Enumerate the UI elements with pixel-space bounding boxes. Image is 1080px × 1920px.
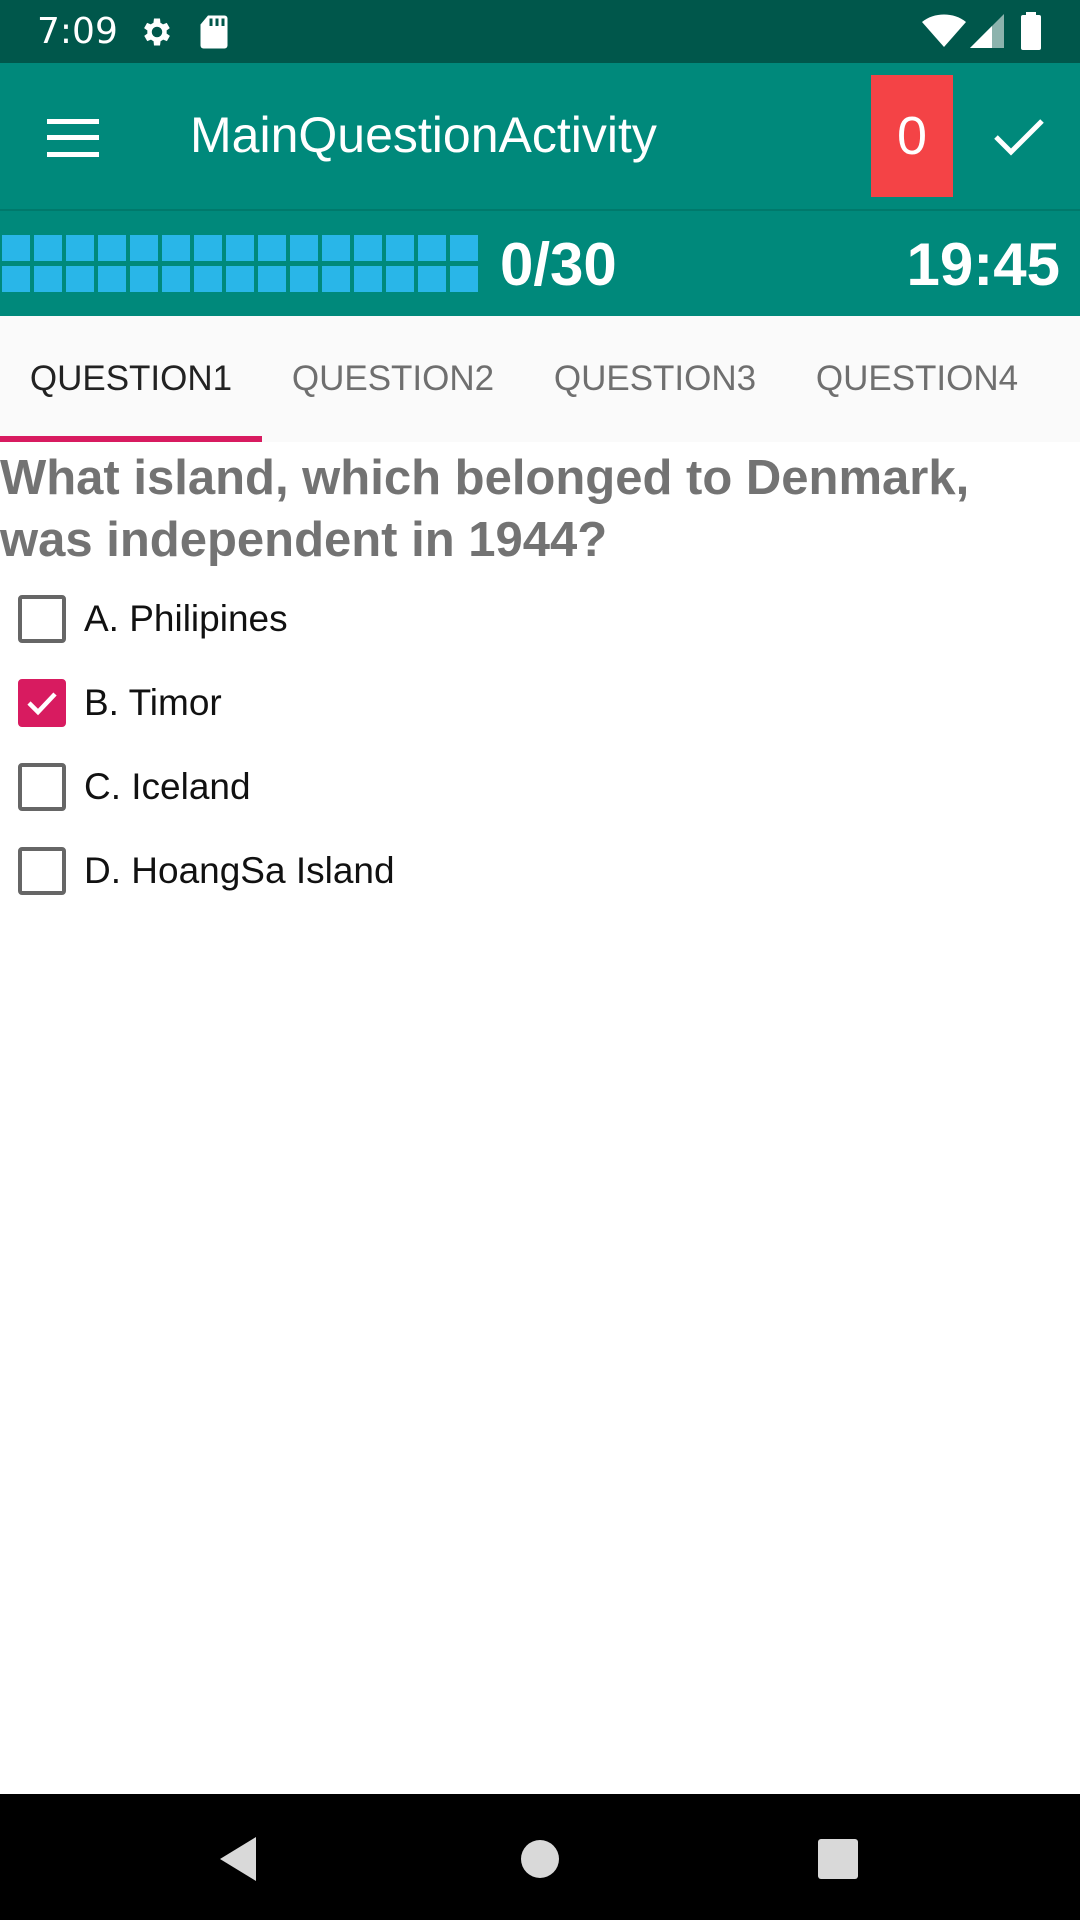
progress-cell — [386, 266, 414, 292]
progress-row: 0/30 19:45 — [0, 209, 1080, 316]
signal-icon — [970, 14, 1004, 48]
progress-grid — [2, 235, 478, 293]
option-d[interactable]: D. HoangSa Island — [0, 827, 1080, 911]
back-icon — [220, 1837, 256, 1881]
tab-question2[interactable]: QUESTION2 — [262, 316, 524, 442]
option-label: D. HoangSa Island — [84, 850, 395, 891]
question-tab-bar: QUESTION1 QUESTION2 QUESTION3 QUESTION4 — [0, 316, 1080, 442]
checkbox[interactable] — [18, 847, 66, 895]
tab-question4[interactable]: QUESTION4 — [786, 316, 1048, 442]
option-label: B. Timor — [84, 682, 222, 723]
option-label: A. Philipines — [84, 598, 288, 639]
battery-icon — [1021, 12, 1041, 50]
page-title: MainQuestionActivity — [190, 107, 657, 163]
check-icon — [27, 692, 57, 716]
recents-icon — [818, 1839, 858, 1879]
option-a[interactable]: A. Philipines — [0, 575, 1080, 659]
back-button[interactable] — [203, 1824, 273, 1894]
sd-card-icon — [200, 15, 228, 49]
progress-cell — [450, 235, 478, 261]
progress-cell — [130, 235, 158, 261]
progress-cell — [258, 235, 286, 261]
progress-cell — [226, 266, 254, 292]
progress-cell — [290, 266, 318, 292]
progress-cell — [418, 235, 446, 261]
tab-question1[interactable]: QUESTION1 — [0, 316, 262, 442]
countdown-timer: 19:45 — [906, 231, 1060, 298]
menu-button[interactable] — [30, 95, 116, 181]
hamburger-menu-icon — [47, 119, 99, 157]
home-button[interactable] — [505, 1824, 575, 1894]
progress-cell — [34, 235, 62, 261]
progress-cell — [258, 266, 286, 292]
progress-cell — [354, 235, 382, 261]
progress-cell — [98, 266, 126, 292]
home-icon — [521, 1840, 559, 1878]
progress-cell — [290, 235, 318, 261]
checkbox[interactable] — [18, 679, 66, 727]
progress-cell — [2, 235, 30, 261]
option-b[interactable]: B. Timor — [0, 659, 1080, 743]
progress-cell — [66, 235, 94, 261]
submit-button[interactable] — [975, 93, 1063, 181]
progress-cell — [162, 266, 190, 292]
status-time: 7:09 — [37, 11, 118, 52]
progress-cell — [130, 266, 158, 292]
progress-cell — [66, 266, 94, 292]
score-badge: 0 — [871, 75, 953, 197]
progress-cell — [98, 235, 126, 261]
progress-cell — [322, 266, 350, 292]
recents-button[interactable] — [803, 1824, 873, 1894]
option-c[interactable]: C. Iceland — [0, 743, 1080, 827]
progress-cell — [194, 235, 222, 261]
tab-indicator — [0, 436, 262, 442]
progress-count: 0/30 — [500, 231, 617, 298]
checkbox[interactable] — [18, 763, 66, 811]
progress-cell — [418, 266, 446, 292]
progress-cell — [162, 235, 190, 261]
gear-icon — [144, 18, 170, 46]
system-nav-bar — [0, 1794, 1080, 1920]
progress-cell — [194, 266, 222, 292]
checkmark-icon — [994, 119, 1044, 156]
progress-cell — [2, 266, 30, 292]
status-bar: 7:09 — [0, 0, 1080, 63]
wifi-icon — [922, 14, 966, 47]
progress-cell — [386, 235, 414, 261]
progress-cell — [450, 266, 478, 292]
option-label: C. Iceland — [84, 766, 251, 807]
question-text: What island, which belonged to Denmark, … — [0, 451, 970, 567]
tab-question3[interactable]: QUESTION3 — [524, 316, 786, 442]
progress-cell — [354, 266, 382, 292]
progress-cell — [34, 266, 62, 292]
progress-cell — [322, 235, 350, 261]
progress-cell — [226, 235, 254, 261]
checkbox[interactable] — [18, 595, 66, 643]
app-toolbar: MainQuestionActivity 0 — [0, 63, 1080, 209]
